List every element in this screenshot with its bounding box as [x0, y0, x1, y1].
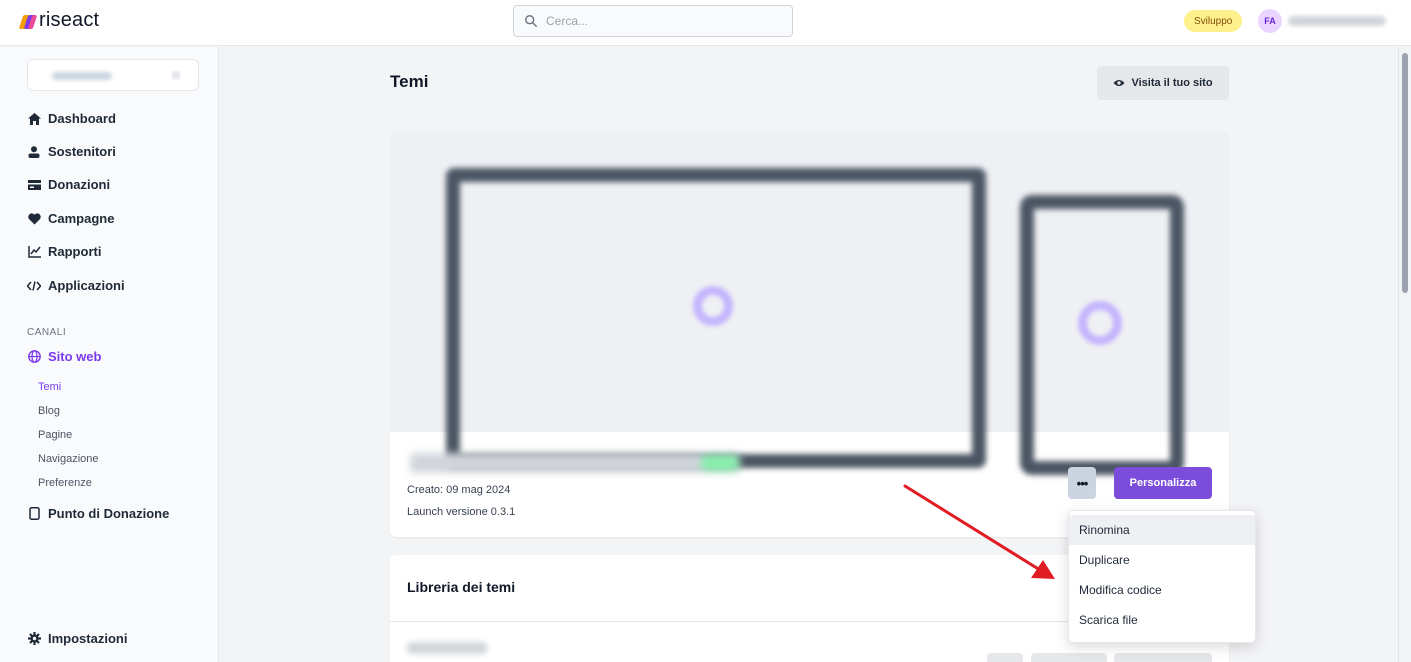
more-actions-button[interactable]: ••• — [1068, 467, 1096, 499]
sidebar-item-label: Impostazioni — [48, 631, 128, 646]
menu-item-duplicare[interactable]: Duplicare — [1069, 545, 1255, 575]
sidebar-item-sito-web[interactable]: Sito web — [27, 349, 101, 364]
library-theme-name-redacted — [407, 642, 487, 654]
menu-item-modifica-codice[interactable]: Modifica codice — [1069, 575, 1255, 605]
sidebar-item-label: Rapporti — [48, 244, 102, 259]
status-badge — [700, 455, 740, 471]
sidebar-item-dashboard[interactable]: Dashboard — [27, 111, 116, 126]
credit-card-icon — [27, 178, 41, 192]
visit-site-label: Visita il tuo sito — [1131, 77, 1213, 89]
menu-item-rinomina[interactable]: Rinomina — [1069, 515, 1255, 545]
sidebar-item-rapporti[interactable]: Rapporti — [27, 244, 101, 259]
sidebar-item-label: Sito web — [48, 349, 102, 364]
sidebar-item-campagne[interactable]: Campagne — [27, 211, 114, 226]
store-name-redacted — [52, 72, 112, 80]
library-action-button[interactable] — [1031, 653, 1107, 662]
gear-icon — [27, 632, 41, 646]
channels-section-label: CANALI — [27, 327, 67, 338]
sidebar-item-applicazioni[interactable]: Applicazioni — [27, 278, 125, 293]
search-input[interactable] — [546, 14, 776, 28]
sidebar-item-donazioni[interactable]: Donazioni — [27, 177, 110, 192]
heart-icon — [27, 212, 41, 226]
sidebar-subitem-preferenze[interactable]: Preferenze — [38, 477, 92, 489]
environment-badge: Sviluppo — [1184, 10, 1243, 32]
page-title: Temi — [390, 72, 429, 91]
avatar[interactable]: FA — [1258, 9, 1282, 33]
theme-created-date: Creato: 09 mag 2024 — [407, 484, 511, 496]
sidebar-subitem-temi[interactable]: Temi — [38, 381, 61, 393]
sidebar: Dashboard Sostenitori Donazioni Campagne… — [0, 47, 219, 662]
search-box[interactable] — [513, 5, 793, 37]
search-icon — [525, 15, 537, 27]
logo-text: riseact — [39, 9, 100, 31]
sidebar-item-label: Campagne — [48, 211, 115, 226]
sidebar-item-label: Donazioni — [48, 177, 111, 192]
chevron-down-icon — [172, 71, 180, 79]
sidebar-item-punto-di-donazione[interactable]: Punto di Donazione — [27, 506, 169, 521]
loading-spinner-icon — [693, 286, 733, 326]
sidebar-item-label: Applicazioni — [48, 278, 125, 293]
user-icon — [27, 145, 41, 159]
sidebar-item-label: Sostenitori — [48, 144, 116, 159]
visit-site-button[interactable]: Visita il tuo sito — [1097, 66, 1229, 100]
code-icon — [27, 279, 41, 293]
theme-name-redacted — [410, 453, 740, 473]
annotation-arrow-icon — [903, 484, 1055, 579]
tablet-icon — [27, 507, 41, 521]
sidebar-item-sostenitori[interactable]: Sostenitori — [27, 144, 116, 159]
library-action-button[interactable] — [987, 653, 1023, 662]
eye-icon — [1113, 80, 1125, 86]
globe-icon — [27, 350, 41, 364]
current-theme-card: Creato: 09 mag 2024 Launch versione 0.3.… — [390, 132, 1229, 537]
sidebar-subitem-navigazione[interactable]: Navigazione — [38, 453, 99, 465]
top-bar: riseact Sviluppo FA — [0, 0, 1411, 46]
sidebar-item-impostazioni[interactable]: Impostazioni — [27, 631, 127, 646]
theme-actions-menu: Rinomina Duplicare Modifica codice Scari… — [1068, 510, 1256, 643]
page-scrollbar[interactable] — [1398, 47, 1411, 662]
chart-icon — [27, 245, 41, 259]
menu-item-scarica-file[interactable]: Scarica file — [1069, 605, 1255, 635]
sidebar-item-label: Punto di Donazione — [48, 506, 170, 521]
store-selector[interactable] — [27, 59, 199, 91]
logo-mark-icon — [18, 13, 38, 29]
user-name-redacted[interactable] — [1288, 16, 1386, 26]
theme-preview-image — [390, 132, 1229, 475]
theme-version: Launch versione 0.3.1 — [407, 506, 516, 518]
customize-button[interactable]: Personalizza — [1114, 467, 1212, 499]
library-action-button[interactable] — [1114, 653, 1212, 662]
loading-spinner-icon — [1078, 301, 1122, 345]
scrollbar-thumb[interactable] — [1402, 53, 1408, 293]
sidebar-subitem-pagine[interactable]: Pagine — [38, 429, 72, 441]
home-icon — [27, 112, 41, 126]
sidebar-subitem-blog[interactable]: Blog — [38, 405, 60, 417]
theme-library-title: Libreria dei temi — [407, 579, 516, 595]
sidebar-item-label: Dashboard — [48, 111, 116, 126]
app-logo[interactable]: riseact — [18, 9, 100, 32]
